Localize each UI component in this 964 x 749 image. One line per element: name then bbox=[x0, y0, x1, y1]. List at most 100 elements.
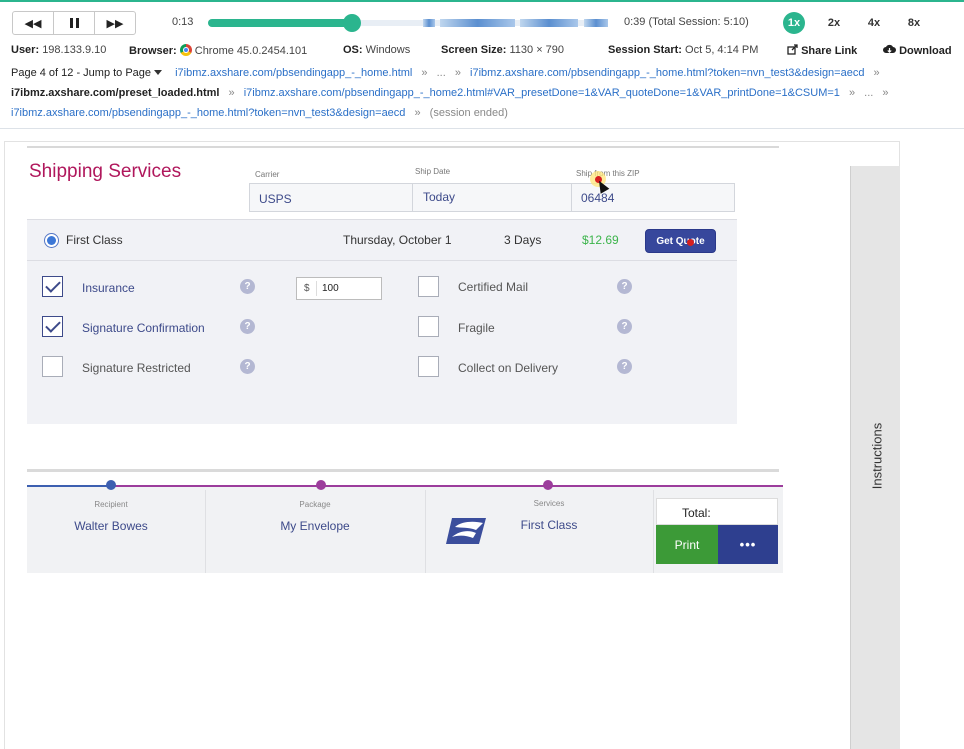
fragile-checkbox[interactable] bbox=[418, 316, 439, 337]
share-icon bbox=[787, 44, 798, 55]
current-time: 0:13 bbox=[172, 16, 194, 28]
ship-date-select[interactable]: Today bbox=[412, 183, 572, 212]
session-timeline[interactable] bbox=[208, 14, 608, 32]
service-name: First Class bbox=[66, 233, 123, 247]
progress-line bbox=[111, 485, 783, 487]
signature-restricted-checkbox[interactable] bbox=[42, 356, 63, 377]
history-separator: » bbox=[882, 87, 889, 99]
timeline-scrubber[interactable] bbox=[343, 14, 361, 32]
package-value[interactable]: My Envelope bbox=[245, 519, 385, 533]
instructions-panel-toggle[interactable]: Instructions bbox=[850, 166, 900, 749]
session-player: ◀◀ ▶▶ 0:13 0:39 (Total Session: 5:10) 1x… bbox=[0, 2, 964, 42]
chrome-icon bbox=[179, 44, 192, 56]
user-value: 198.133.9.10 bbox=[42, 44, 107, 56]
history-ellipsis[interactable]: ... bbox=[864, 87, 873, 99]
collect-on-delivery-checkbox[interactable] bbox=[418, 356, 439, 377]
input-divider bbox=[316, 281, 317, 296]
jump-to-page-label: Page 4 of 12 - Jump to Page bbox=[11, 67, 152, 79]
step-dot-package bbox=[316, 480, 326, 490]
share-link-button[interactable]: Share Link bbox=[787, 44, 857, 57]
carrier-value: USPS bbox=[259, 192, 292, 206]
jump-to-page-dropdown[interactable]: Page 4 of 12 - Jump to Page bbox=[11, 67, 163, 79]
browser-value: Chrome 45.0.2454.101 bbox=[194, 45, 308, 57]
signature-confirmation-label: Signature Confirmation bbox=[82, 321, 205, 335]
services-label: Services bbox=[533, 499, 565, 508]
pause-icon bbox=[69, 18, 79, 28]
package-label: Package bbox=[299, 500, 331, 509]
speed-8x-button[interactable]: 8x bbox=[903, 12, 925, 34]
signature-confirmation-checkbox[interactable] bbox=[42, 316, 63, 337]
insurance-amount-value: 100 bbox=[322, 283, 339, 294]
question-icon[interactable]: ? bbox=[240, 279, 255, 294]
session-ended-label: (session ended) bbox=[429, 107, 508, 119]
speed-2x-button[interactable]: 2x bbox=[823, 12, 845, 34]
delivery-date: Thursday, October 1 bbox=[343, 233, 452, 247]
zip-input[interactable]: 06484 bbox=[571, 183, 735, 212]
share-link-label: Share Link bbox=[801, 45, 858, 57]
pause-button[interactable] bbox=[54, 12, 95, 34]
speed-1x-button[interactable]: 1x bbox=[783, 12, 805, 34]
question-icon[interactable]: ? bbox=[617, 319, 632, 334]
section-divider bbox=[27, 469, 779, 472]
history-current-page[interactable]: i7ibmz.axshare.com/preset_loaded.html bbox=[11, 87, 219, 99]
summary-divider bbox=[425, 490, 426, 573]
history-link[interactable]: i7ibmz.axshare.com/pbsendingapp_-_home2.… bbox=[244, 87, 840, 99]
session-start-value: Oct 5, 4:14 PM bbox=[685, 44, 759, 56]
download-label: Download bbox=[899, 45, 952, 57]
summary-divider bbox=[205, 490, 206, 573]
history-link[interactable]: i7ibmz.axshare.com/pbsendingapp_-_home.h… bbox=[470, 67, 864, 79]
click-marker-dot bbox=[687, 239, 694, 246]
session-metadata: User: 198.133.9.10 Browser: Chrome 45.0.… bbox=[11, 44, 961, 60]
recipient-value[interactable]: Walter Bowes bbox=[41, 519, 181, 533]
forward-button[interactable]: ▶▶ bbox=[95, 12, 135, 34]
history-separator: » bbox=[414, 107, 421, 119]
speed-4x-button[interactable]: 4x bbox=[863, 12, 885, 34]
history-separator: » bbox=[421, 67, 428, 79]
activity-segment bbox=[423, 19, 435, 27]
insurance-amount-input[interactable]: $ 100 bbox=[296, 277, 382, 300]
history-link[interactable]: i7ibmz.axshare.com/pbsendingapp_-_home.h… bbox=[175, 67, 412, 79]
extra-services-panel: Insurance ? $ 100 Signature Confirmation… bbox=[27, 261, 737, 424]
question-icon[interactable]: ? bbox=[240, 359, 255, 374]
total-time: 0:39 (Total Session: 5:10) bbox=[624, 16, 749, 28]
history-ellipsis[interactable]: ... bbox=[437, 67, 446, 79]
get-quote-button[interactable]: Get Quote bbox=[645, 229, 716, 253]
page-title: Shipping Services bbox=[29, 161, 182, 182]
zip-value: 06484 bbox=[581, 191, 615, 205]
certified-mail-checkbox[interactable] bbox=[418, 276, 439, 297]
ship-date-label: Ship Date bbox=[415, 167, 451, 176]
fragile-label: Fragile bbox=[458, 321, 495, 335]
download-button[interactable]: Download bbox=[883, 44, 952, 57]
rewind-button[interactable]: ◀◀ bbox=[13, 12, 54, 34]
question-icon[interactable]: ? bbox=[617, 359, 632, 374]
question-icon[interactable]: ? bbox=[240, 319, 255, 334]
service-option-row[interactable]: First Class Thursday, October 1 3 Days $… bbox=[27, 219, 737, 261]
timeline-progress bbox=[208, 19, 352, 27]
summary-divider bbox=[653, 490, 654, 573]
chevron-down-icon bbox=[154, 70, 163, 75]
signature-restricted-label: Signature Restricted bbox=[82, 361, 191, 375]
print-button[interactable]: Print bbox=[656, 525, 718, 564]
activity-segment bbox=[440, 19, 515, 27]
question-icon[interactable]: ? bbox=[617, 279, 632, 294]
history-separator: » bbox=[228, 87, 235, 99]
insurance-checkbox[interactable] bbox=[42, 276, 63, 297]
history-separator: » bbox=[454, 67, 461, 79]
playback-controls: ◀◀ ▶▶ bbox=[12, 11, 136, 35]
cloud-download-icon bbox=[883, 44, 896, 54]
header-divider bbox=[0, 128, 964, 129]
progress-line-completed bbox=[27, 485, 111, 487]
prototype-viewport: Shipping Services Carrier Ship Date Ship… bbox=[4, 141, 900, 749]
history-link[interactable]: i7ibmz.axshare.com/pbsendingapp_-_home.h… bbox=[11, 107, 405, 119]
browser-label: Browser: bbox=[129, 45, 177, 57]
activity-segment bbox=[584, 19, 608, 27]
user-label: User: bbox=[11, 44, 40, 56]
total-display: Total: bbox=[656, 498, 778, 525]
screen-size-label: Screen Size: bbox=[441, 44, 507, 56]
services-value[interactable]: First Class bbox=[479, 518, 619, 532]
more-options-button[interactable]: ••• bbox=[718, 525, 778, 564]
service-radio[interactable] bbox=[44, 233, 59, 248]
screen-size-value: 1130 × 790 bbox=[509, 44, 565, 56]
carrier-select[interactable]: USPS bbox=[249, 183, 413, 212]
currency-prefix: $ bbox=[304, 283, 310, 294]
